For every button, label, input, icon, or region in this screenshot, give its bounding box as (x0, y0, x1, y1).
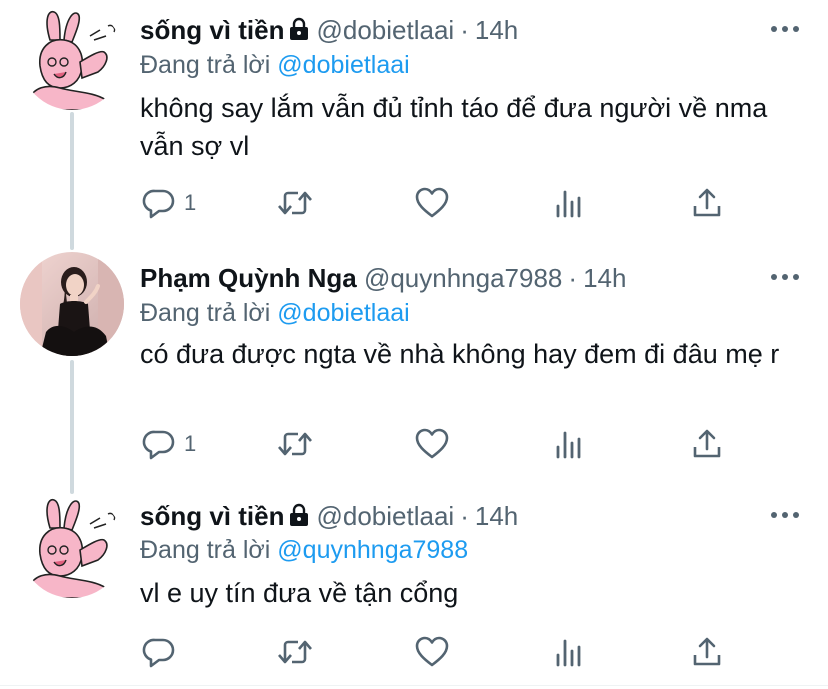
user-handle[interactable]: @quynhnga7988 (364, 263, 562, 293)
user-handle[interactable]: @dobietlaai (316, 501, 454, 531)
tweet-header: Phạm Quỳnh Nga @quynhnga7988 · 14h (140, 262, 626, 294)
retweet-button[interactable] (276, 632, 314, 672)
reply-icon (142, 430, 175, 460)
like-button[interactable] (414, 424, 450, 464)
action-bar (0, 632, 828, 672)
pink-bunny-avatar (20, 6, 124, 110)
replying-to: Đang trả lời @quynhnga7988 (140, 534, 468, 566)
action-bar: 1 (0, 424, 828, 464)
display-name[interactable]: sống vì tiền (140, 501, 284, 531)
share-icon (693, 637, 721, 666)
replying-to-label: Đang trả lời (140, 299, 271, 327)
replying-to-handle[interactable]: @dobietlaai (277, 299, 409, 327)
timestamp[interactable]: 14h (475, 501, 518, 531)
pink-bunny-avatar (20, 494, 124, 598)
like-icon (415, 428, 449, 459)
share-button[interactable] (690, 632, 724, 672)
views-button[interactable] (554, 424, 586, 464)
divider (0, 685, 828, 686)
timestamp[interactable]: 14h (583, 263, 626, 293)
share-icon (693, 429, 721, 458)
views-icon (556, 190, 581, 218)
lock-icon (290, 17, 309, 40)
views-button[interactable] (554, 183, 586, 223)
tweet-text: không say lắm vẫn đủ tỉnh táo để đưa ngư… (140, 93, 768, 161)
like-button[interactable] (414, 183, 450, 223)
views-icon (556, 639, 581, 667)
more-icon[interactable] (770, 272, 800, 282)
retweet-icon (278, 191, 312, 215)
reply-button[interactable]: 1 (142, 183, 196, 223)
retweet-icon (278, 640, 312, 664)
reply-count: 1 (184, 431, 197, 456)
user-handle[interactable]: @dobietlaai (316, 15, 454, 45)
views-icon (556, 431, 581, 459)
avatar[interactable] (20, 252, 124, 356)
reply-button[interactable] (142, 632, 184, 672)
avatar[interactable] (20, 494, 124, 598)
reply-count: 1 (184, 190, 197, 215)
replying-to-label: Đang trả lời (140, 536, 271, 564)
avatar[interactable] (20, 6, 124, 110)
like-icon (415, 187, 449, 218)
share-button[interactable] (690, 183, 724, 223)
tweet[interactable]: Phạm Quỳnh Nga @quynhnga7988 · 14h Đang tr… (0, 248, 828, 488)
separator-dot: · (568, 263, 578, 293)
tweet-text: có đưa được ngta về nhà không hay đem đi… (140, 339, 780, 369)
tweet[interactable]: sống vì tiền @dobietlaai · 14h Đang trả lời… (0, 0, 828, 250)
tweet-text: vl e uy tín đưa về tận cổng (140, 578, 459, 608)
retweet-button[interactable] (276, 183, 314, 223)
more-icon[interactable] (770, 24, 800, 34)
like-button[interactable] (414, 632, 450, 672)
views-button[interactable] (554, 632, 586, 672)
more-icon[interactable] (770, 510, 800, 520)
tweet-header: sống vì tiền @dobietlaai · 14h (140, 500, 518, 532)
action-bar: 1 (0, 183, 828, 223)
tweet-header: sống vì tiền @dobietlaai · 14h (140, 14, 518, 46)
display-name[interactable]: sống vì tiền (140, 15, 284, 45)
reply-icon (142, 638, 175, 668)
replying-to-handle[interactable]: @quynhnga7988 (277, 536, 468, 564)
replying-to-label: Đang trả lời (140, 51, 271, 79)
separator-dot: · (460, 15, 469, 45)
replying-to: Đang trả lời @dobietlaai (140, 297, 410, 329)
display-name[interactable]: Phạm Quỳnh Nga (140, 263, 357, 293)
timestamp[interactable]: 14h (475, 15, 518, 45)
lock-icon (290, 503, 309, 526)
reply-icon (142, 189, 175, 219)
like-icon (415, 636, 449, 667)
retweet-icon (278, 432, 312, 456)
replying-to-handle[interactable]: @dobietlaai (277, 51, 409, 79)
share-icon (693, 188, 721, 217)
replying-to: Đang trả lời @dobietlaai (140, 49, 410, 81)
woman-photo-avatar (20, 252, 124, 356)
share-button[interactable] (690, 424, 724, 464)
separator-dot: · (460, 501, 469, 531)
retweet-button[interactable] (276, 424, 314, 464)
reply-button[interactable]: 1 (142, 424, 196, 464)
tweet[interactable]: sống vì tiền @dobietlaai · 14h Đang trả lời… (0, 488, 828, 688)
